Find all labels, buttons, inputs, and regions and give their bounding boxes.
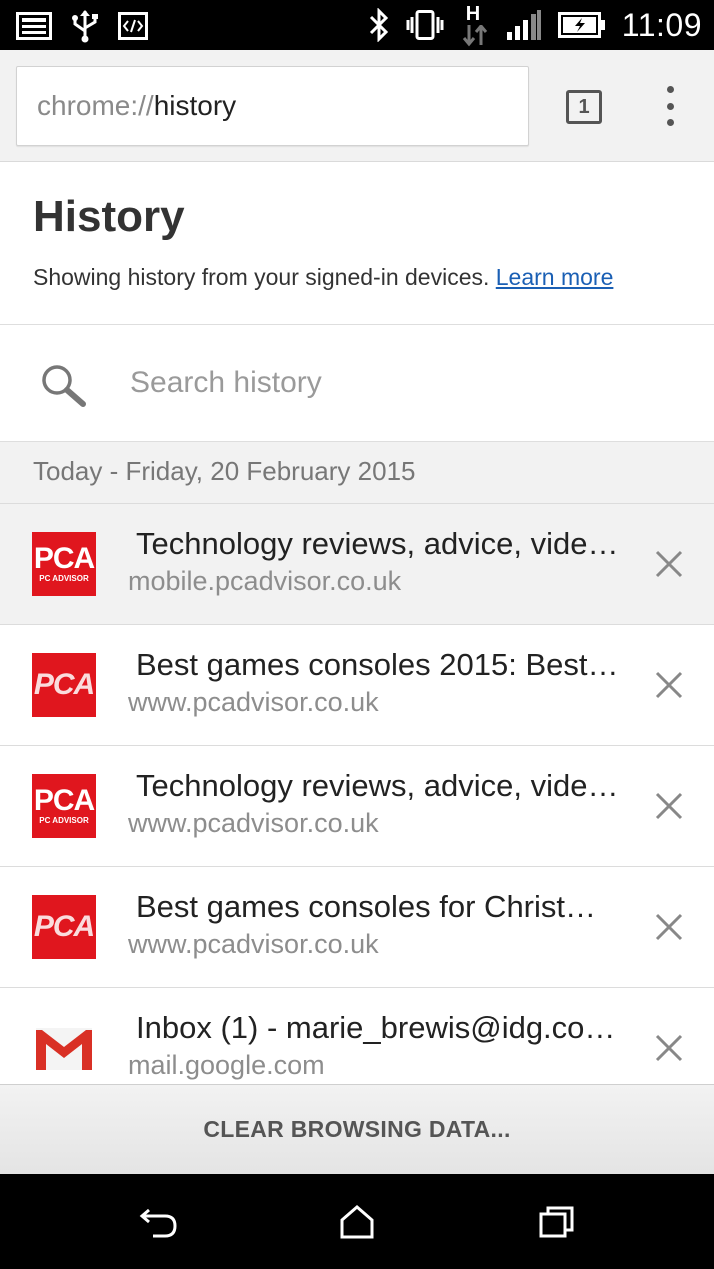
remove-item-button[interactable] [650, 545, 688, 583]
favicon-text: PCA [33, 542, 95, 575]
pca-favicon-icon: PCA PC ADVISOR [32, 774, 96, 838]
favicon-text: PCA [33, 668, 95, 701]
close-icon [655, 1034, 683, 1062]
screenshot-icon [16, 12, 52, 40]
remove-item-button[interactable] [650, 666, 688, 704]
remove-item-button[interactable] [650, 787, 688, 825]
url-host: history [153, 90, 237, 121]
history-item-title: Best games consoles 2015: Best games con… [136, 647, 620, 682]
signed-in-devices-note: Showing history from your signed-in devi… [33, 264, 613, 291]
home-button[interactable] [335, 1200, 379, 1244]
tab-switcher-button[interactable]: 1 [566, 90, 602, 124]
browser-toolbar: chrome://history 1 [0, 50, 714, 162]
search-icon [40, 363, 88, 412]
clear-data-bar: CLEAR BROWSING DATA... [0, 1084, 714, 1174]
pca-favicon-icon: PCA PC ADVISOR [32, 532, 96, 596]
gmail-favicon-icon [32, 1016, 96, 1080]
history-item-url: www.pcadvisor.co.uk [128, 808, 379, 838]
history-item-title: Technology reviews, advice, videos, news… [136, 768, 620, 803]
data-arrows-icon: H [460, 3, 490, 47]
favicon-text: PCA [33, 910, 95, 943]
history-item-title: Inbox (1) - marie_brewis@idg.co.uk - Gma… [136, 1010, 620, 1045]
url-bar[interactable]: chrome://history [16, 66, 529, 146]
close-icon [655, 671, 683, 699]
recent-apps-icon [539, 1206, 574, 1238]
history-item[interactable]: PCA PC ADVISOR Technology reviews, advic… [0, 746, 714, 867]
subtitle-text: Showing history from your signed-in devi… [33, 264, 490, 290]
history-item[interactable]: PCA Best games consoles 2015: Best games… [0, 625, 714, 746]
page-title: History [33, 192, 185, 241]
back-button[interactable] [137, 1200, 181, 1244]
url-scheme: chrome:// [37, 90, 154, 121]
developer-icon [118, 12, 148, 40]
overflow-menu-button[interactable] [658, 86, 682, 126]
pca-favicon-icon: PCA [32, 895, 96, 959]
system-navigation-bar [0, 1174, 714, 1269]
status-bar: H 11:09 [0, 0, 714, 50]
back-icon [139, 1208, 177, 1238]
clock-time: 11:09 [621, 6, 702, 43]
favicon-subtext: PC ADVISOR [39, 574, 89, 583]
history-item-url: www.pcadvisor.co.uk [128, 687, 379, 717]
remove-item-button[interactable] [650, 1029, 688, 1067]
history-list: PCA PC ADVISOR Technology reviews, advic… [0, 504, 714, 1084]
date-section-header: Today - Friday, 20 February 2015 [0, 442, 714, 504]
remove-item-button[interactable] [650, 908, 688, 946]
menu-dot-icon [666, 86, 674, 93]
tab-count: 1 [578, 95, 590, 118]
menu-dot-icon [666, 119, 674, 126]
history-item-title: Best games consoles for Christmas [136, 889, 620, 924]
menu-dot-icon [666, 102, 674, 110]
battery-charging-icon [557, 12, 606, 38]
usb-icon [70, 9, 100, 43]
favicon-text: PCA [33, 784, 95, 817]
favicon-subtext: PC ADVISOR [39, 816, 89, 825]
vibrate-icon [406, 10, 444, 40]
close-icon [655, 792, 683, 820]
network-type-label: H [465, 3, 481, 25]
history-item[interactable]: PCA Best games consoles for Christmas ww… [0, 867, 714, 988]
close-icon [655, 550, 683, 578]
history-item[interactable]: Inbox (1) - marie_brewis@idg.co.uk - Gma… [0, 988, 714, 1084]
search-bar [0, 324, 714, 442]
recent-apps-button[interactable] [535, 1200, 579, 1244]
date-label: Today - Friday, 20 February 2015 [33, 456, 416, 486]
history-item-url: mail.google.com [128, 1050, 325, 1080]
clear-browsing-data-button[interactable]: CLEAR BROWSING DATA... [203, 1116, 510, 1143]
search-input[interactable] [130, 355, 690, 411]
bluetooth-icon [368, 8, 390, 42]
pca-favicon-icon: PCA [32, 653, 96, 717]
history-item[interactable]: PCA PC ADVISOR Technology reviews, advic… [0, 504, 714, 625]
history-item-url: mobile.pcadvisor.co.uk [128, 566, 402, 596]
history-item-url: www.pcadvisor.co.uk [128, 929, 379, 959]
signal-icon [506, 10, 542, 40]
learn-more-link[interactable]: Learn more [496, 264, 614, 290]
history-item-title: Technology reviews, advice, videos, news… [136, 526, 620, 561]
close-icon [655, 913, 683, 941]
home-icon [340, 1205, 374, 1239]
history-header: History Showing history from your signed… [0, 162, 714, 324]
